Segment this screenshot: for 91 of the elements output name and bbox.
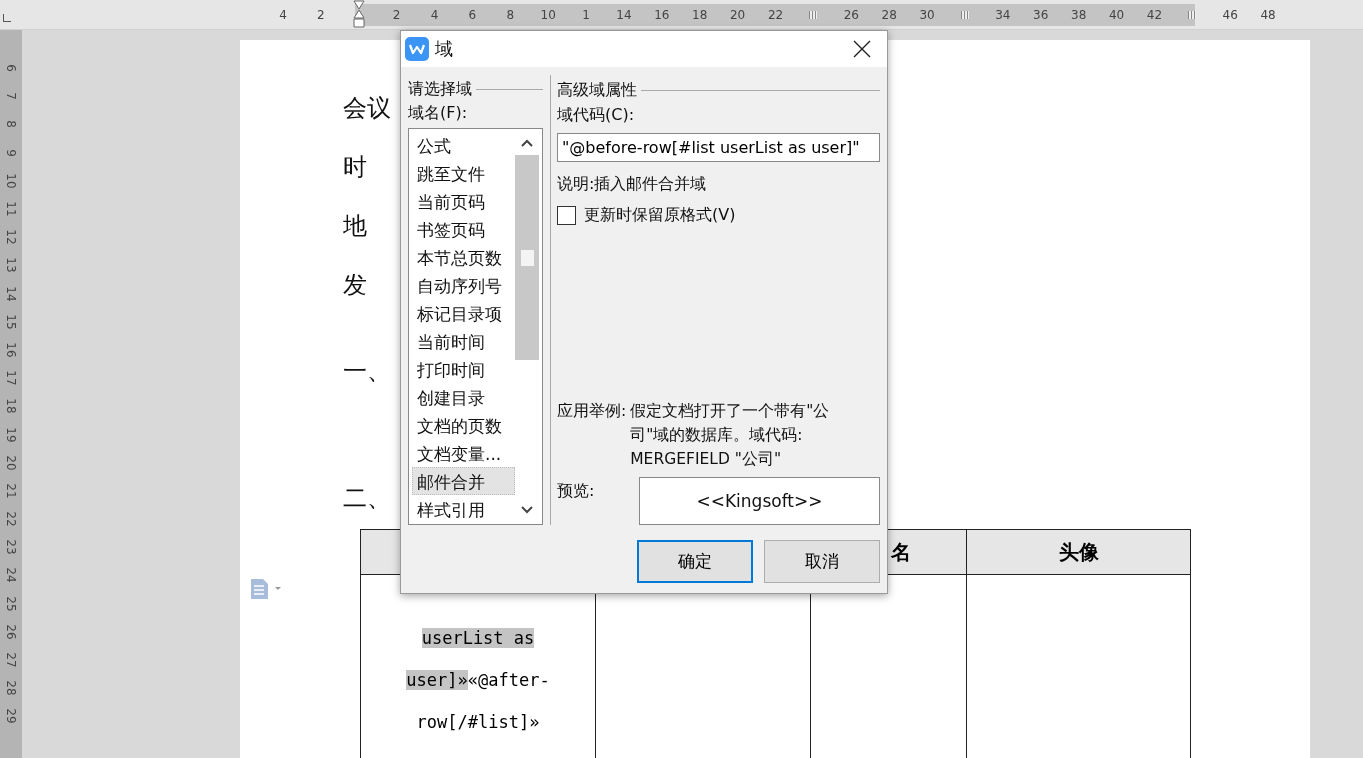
column-marker-icon[interactable] (1188, 11, 1197, 19)
ruler-number: 4 (279, 8, 287, 22)
ok-button[interactable]: 确定 (637, 540, 753, 583)
list-item[interactable]: 标记目录项 (412, 299, 515, 327)
ruler-number: 16 (654, 8, 670, 22)
list-item[interactable]: 当前页码 (412, 187, 515, 215)
ruler-number: 7 (4, 92, 18, 101)
document-text: 二、 (343, 483, 391, 514)
ruler-number: 27 (4, 652, 18, 668)
list-item[interactable]: 跳至文件 (412, 159, 515, 187)
group-label: 高级域属性 (557, 79, 637, 101)
checkbox[interactable] (557, 206, 576, 225)
description-text: 说明:插入邮件合并域 (557, 174, 708, 195)
ruler-number: 4 (430, 8, 439, 22)
ruler-number: 23 (4, 539, 18, 555)
ruler-number: 14 (616, 8, 632, 22)
document-text: 会议 (343, 93, 391, 124)
ruler-number: 20 (730, 8, 746, 22)
column-marker-icon[interactable] (809, 11, 818, 19)
ruler-number: 26 (843, 8, 859, 22)
tab-stop-icon[interactable] (3, 14, 11, 22)
ruler-number: 34 (995, 8, 1011, 22)
ruler-number: 1 (582, 8, 590, 22)
field-label: 域名(F): (408, 103, 469, 125)
list-item[interactable]: 文档的页数 (412, 411, 515, 439)
ruler-number: 8 (4, 120, 18, 129)
ruler-number: 12 (4, 229, 18, 245)
ruler-number: 26 (4, 624, 18, 640)
list-item[interactable]: 邮件合并 (412, 467, 515, 495)
table-header-cell: 头像 (966, 529, 1191, 575)
document-text: 一、 (343, 356, 391, 387)
list-item[interactable]: 文档变量... (412, 439, 515, 467)
ruler-number: 36 (1033, 8, 1049, 22)
document-text: 时 (343, 152, 367, 183)
close-icon[interactable] (853, 40, 871, 58)
ruler-number: 48 (1260, 8, 1276, 22)
checkbox-label[interactable]: 更新时保留原格式(V) (584, 205, 736, 226)
example-text: 假定文档打开了一个带有"公司"域的数据库。域代码: MERGEFIELD "公司" (629, 401, 831, 470)
ruler-number: 46 (1222, 8, 1238, 22)
ruler-number: 2 (392, 8, 401, 22)
list-item[interactable]: 自动序列号 (412, 271, 515, 299)
ruler-number: 10 (4, 173, 18, 189)
document-text: 地 (343, 211, 367, 242)
ruler-number: 24 (4, 567, 18, 584)
list-item[interactable]: 书签页码 (412, 215, 515, 243)
ruler-number: 25 (4, 596, 18, 612)
ruler-number: 28 (881, 8, 897, 22)
list-item[interactable]: 样式引用 (412, 495, 515, 522)
list-item[interactable]: 公式 (412, 131, 515, 159)
document-text: 发 (343, 270, 367, 301)
ruler-number: 6 (468, 8, 477, 22)
ruler-number: 10 (540, 8, 556, 22)
group-label: 请选择域 (408, 78, 472, 100)
ruler-number: 9 (4, 148, 18, 157)
ruler-number: 2 (317, 8, 325, 22)
ruler-number: 30 (919, 8, 935, 22)
app-logo-icon (405, 37, 429, 61)
scroll-thumb[interactable] (515, 155, 539, 360)
cancel-button[interactable]: 取消 (764, 540, 880, 583)
list-item[interactable]: 当前时间 (412, 327, 515, 355)
list-item[interactable]: 打印时间 (412, 355, 515, 383)
list-item[interactable]: 创建目录 (412, 383, 515, 411)
ruler-number: 21 (4, 483, 18, 499)
field-label: 域代码(C): (557, 105, 636, 126)
ruler-number: 42 (1146, 8, 1163, 22)
list-item[interactable]: 本节总页数 (412, 243, 515, 271)
ruler-number: 19 (4, 426, 18, 443)
ruler-number: 22 (767, 8, 784, 22)
ruler-number: 14 (4, 285, 18, 302)
ruler-number: 15 (4, 314, 18, 330)
ruler-number: 38 (1071, 8, 1087, 22)
ruler-number: 20 (4, 455, 18, 471)
ruler-number: 18 (692, 8, 708, 22)
ruler-number: 29 (4, 708, 18, 725)
ruler-number: 8 (506, 8, 515, 22)
ruler-number: 16 (4, 342, 18, 358)
column-marker-icon[interactable] (960, 11, 969, 19)
ruler-number: 11 (4, 201, 18, 217)
ruler-number: 17 (4, 370, 18, 386)
preview-box: <<Kingsoft>> (639, 477, 880, 525)
ruler-number: 6 (4, 64, 18, 72)
ruler-number: 13 (4, 257, 18, 274)
field-code-input[interactable]: "@before-row[#list userList as user]" (557, 133, 880, 162)
ruler-number: 22 (4, 511, 18, 527)
ruler-number: 28 (4, 680, 18, 696)
dialog-title: 域 (435, 37, 454, 61)
ruler-number: 40 (1108, 8, 1125, 22)
field-list[interactable]: 公式 跳至文件 当前页码 书签页码 本节总页数 自动序列号 标记目录项 当前时间 打印时间 创建目录 文档的页数 文档变量... 邮件合并 样式引用 (408, 128, 543, 525)
preview-label: 预览: (557, 481, 596, 502)
ruler-number: 18 (4, 398, 18, 414)
example-label: 应用举例: (557, 401, 627, 422)
